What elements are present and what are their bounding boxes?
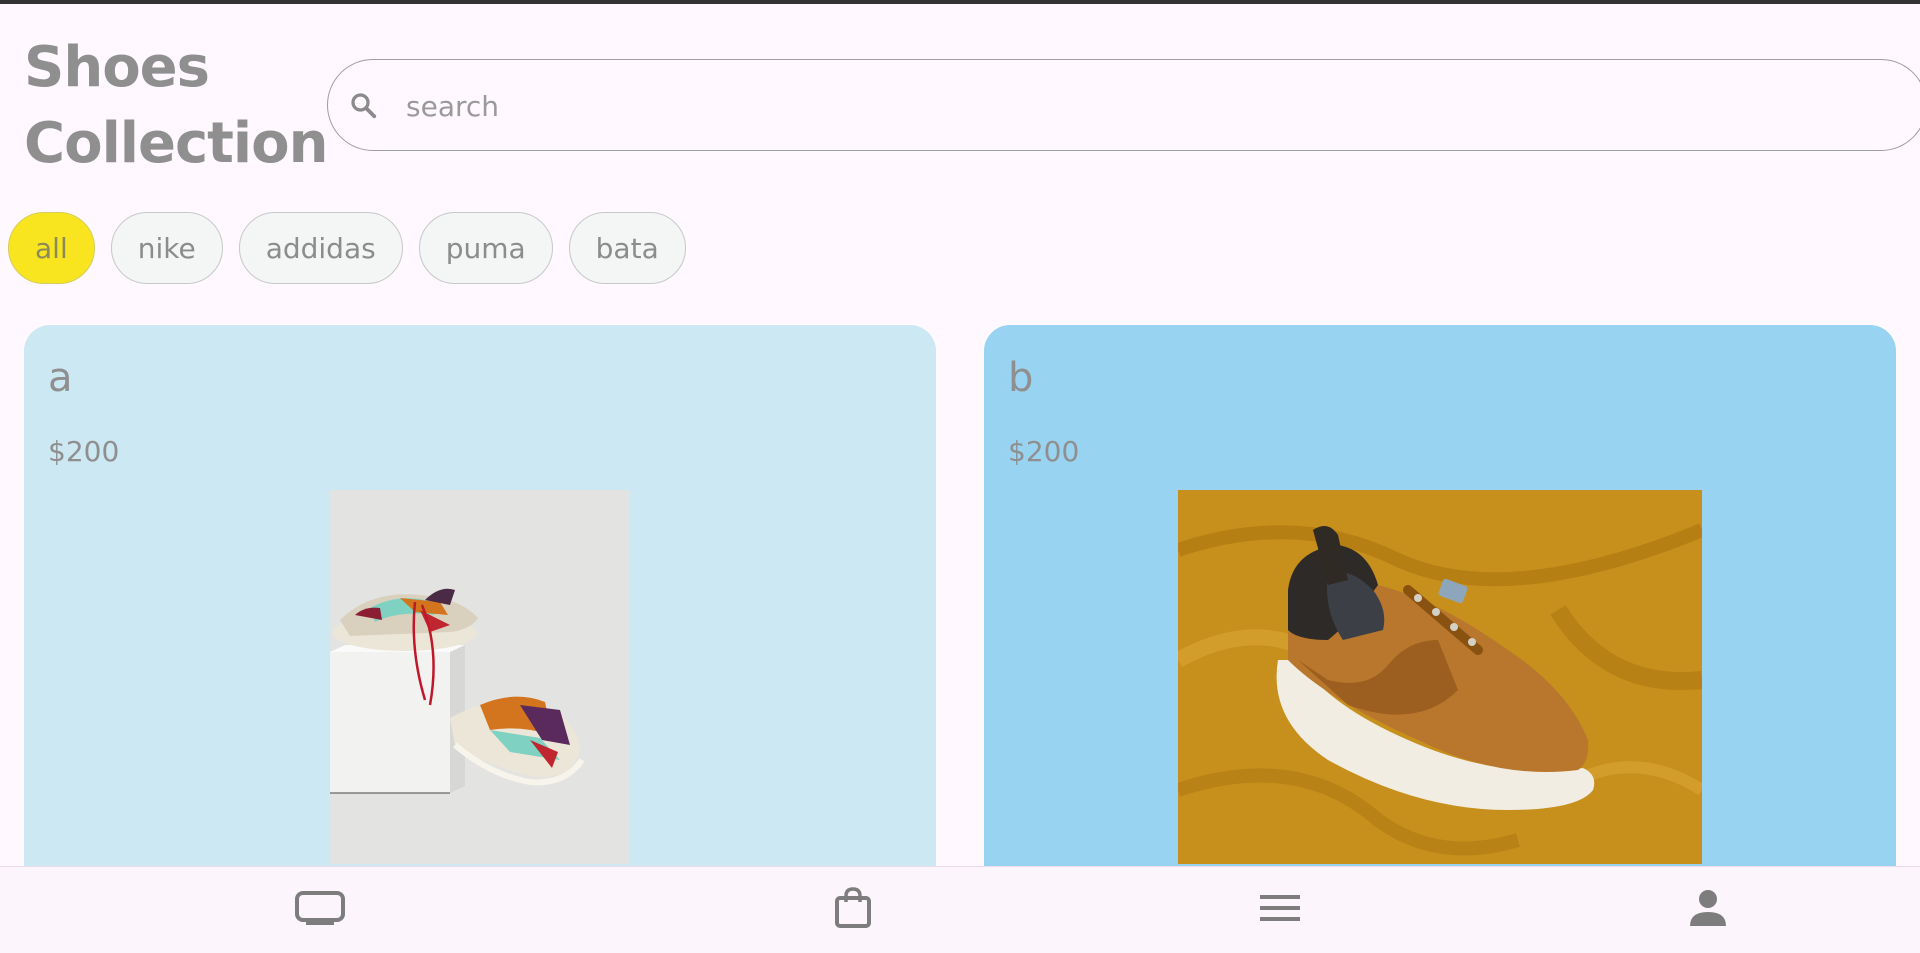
nav-tv-button[interactable]: [292, 885, 348, 935]
brand-filter-chips: all nike addidas puma bata: [8, 212, 686, 288]
nav-menu-button[interactable]: [1252, 885, 1308, 935]
product-card-a[interactable]: a $200: [24, 325, 936, 895]
product-price: $200: [48, 435, 120, 468]
product-price: $200: [1008, 435, 1080, 468]
nav-profile-button[interactable]: [1680, 885, 1736, 935]
person-icon: [1688, 888, 1728, 932]
header: Shoes Collection: [0, 4, 1920, 180]
product-image: [330, 490, 630, 864]
product-name: a: [48, 355, 73, 401]
nav-bag-button[interactable]: [825, 885, 881, 935]
product-image: [1178, 490, 1702, 864]
search-bar[interactable]: [327, 59, 1920, 151]
filter-chip-all[interactable]: all: [8, 212, 95, 284]
page-title-line-1: Shoes: [24, 35, 210, 100]
filter-chip-addidas[interactable]: addidas: [238, 212, 403, 284]
tv-icon: [294, 890, 346, 930]
filter-chip-bata[interactable]: bata: [568, 212, 686, 284]
product-name: b: [1008, 355, 1034, 401]
search-input[interactable]: [404, 82, 1808, 130]
page-title-line-2: Collection: [24, 111, 328, 176]
menu-icon: [1260, 892, 1300, 928]
shopping-bag-icon: [833, 886, 873, 934]
page-title: Shoes Collection: [24, 30, 328, 182]
product-card-b[interactable]: b $200: [984, 325, 1896, 895]
filter-chip-puma[interactable]: puma: [418, 212, 553, 284]
search-icon: [348, 90, 378, 120]
filter-chip-nike[interactable]: nike: [110, 212, 223, 284]
bottom-navigation-bar: [0, 866, 1920, 953]
